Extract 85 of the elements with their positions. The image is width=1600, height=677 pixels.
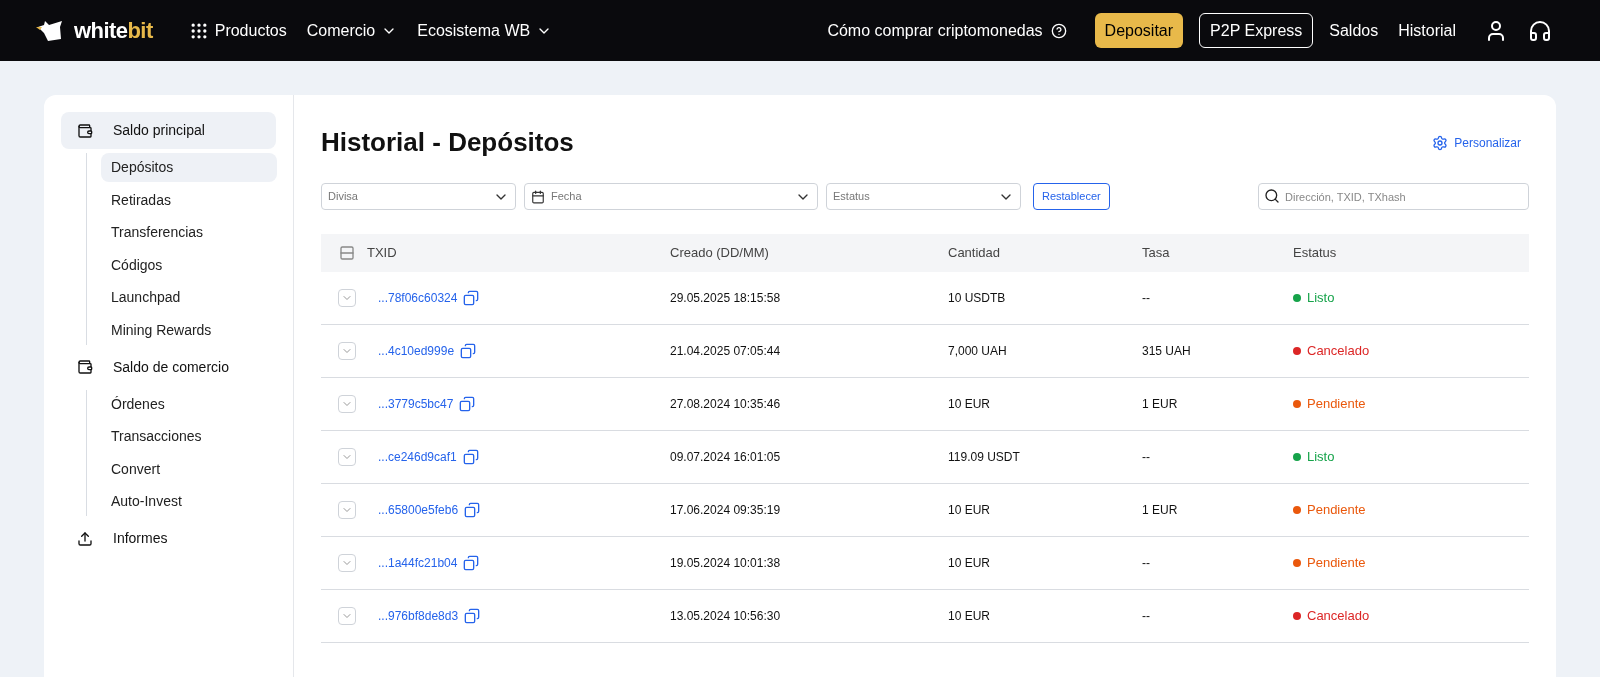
- txid-link[interactable]: ...976bf8de8d3: [378, 607, 459, 625]
- page-title: Historial - Depósitos: [321, 126, 574, 159]
- copy-icon[interactable]: [459, 396, 476, 412]
- txid-link[interactable]: ...78f06c60324: [378, 289, 458, 307]
- settings-icon: [1432, 134, 1449, 151]
- sidebar-item[interactable]: Convert: [101, 454, 277, 484]
- copy-icon[interactable]: [464, 608, 481, 624]
- sidebar-section[interactable]: Saldo principal: [61, 112, 276, 149]
- sidebar-item[interactable]: Retiradas: [101, 185, 277, 215]
- table-cell-text: 1 EUR: [1142, 502, 1179, 519]
- copy-icon[interactable]: [463, 290, 480, 306]
- column-header: Creado (DD/MM): [670, 244, 770, 263]
- sidebar-item[interactable]: Launchpad: [101, 283, 277, 312]
- support-icon[interactable]: [1528, 18, 1552, 43]
- status-text: Pendiente: [1307, 554, 1366, 573]
- search-icon: [1264, 188, 1280, 204]
- table-cell-text: 10 EUR: [948, 502, 992, 519]
- copy-icon[interactable]: [460, 343, 477, 359]
- copy-icon[interactable]: [464, 502, 481, 518]
- sidebar-item[interactable]: Auto-Invest: [101, 487, 277, 516]
- table-cell-text: 10 USDTB: [948, 290, 1007, 307]
- nav-menu-item[interactable]: Productos: [188, 18, 287, 43]
- column-header: TXID: [367, 244, 397, 263]
- select-filter[interactable]: Estatus: [826, 183, 1021, 210]
- status-text: Pendiente: [1307, 501, 1366, 520]
- copy-icon[interactable]: [463, 555, 480, 571]
- search-field[interactable]: Dirección, TXID, TXhash: [1258, 183, 1529, 210]
- status-text: Listo: [1307, 289, 1335, 308]
- status-text: Cancelado: [1307, 342, 1370, 361]
- sidebar-item[interactable]: Transacciones: [101, 422, 277, 451]
- txid-link[interactable]: ...1a44fc21b04: [378, 554, 458, 572]
- txid-link[interactable]: ...4c10ed999e: [378, 342, 455, 360]
- nav-link[interactable]: Historial: [1398, 18, 1456, 43]
- table-cell-text: 09.07.2024 16:01:05: [670, 449, 782, 466]
- column-header: Estatus: [1293, 244, 1337, 263]
- help-link[interactable]: Cómo comprar criptomonedas: [827, 18, 1067, 43]
- txid-link[interactable]: ...3779c5bc47: [378, 395, 454, 413]
- table-cell-text: 21.04.2025 07:05:44: [670, 343, 782, 360]
- txid-link[interactable]: ...ce246d9caf1: [378, 448, 457, 466]
- table-cell-text: 10 EUR: [948, 555, 992, 572]
- copy-icon[interactable]: [462, 449, 479, 465]
- table-cell-text: 29.05.2025 18:15:58: [670, 290, 782, 307]
- p2p-express-button[interactable]: P2P Express: [1199, 13, 1314, 48]
- status-text: Listo: [1307, 448, 1335, 467]
- table-cell-text: --: [1142, 608, 1151, 625]
- calendar-icon: [531, 189, 545, 204]
- table-cell-text: 17.06.2024 09:35:19: [670, 502, 782, 519]
- sidebar-item[interactable]: Mining Rewards: [101, 315, 277, 345]
- status-text: Cancelado: [1307, 607, 1370, 626]
- table-cell-text: 27.08.2024 10:35:46: [670, 396, 782, 413]
- table-cell-text: 10 EUR: [948, 396, 992, 413]
- txid-link[interactable]: ...65800e5feb6: [378, 501, 459, 519]
- sidebar-item[interactable]: Códigos: [101, 250, 277, 280]
- upload-icon: [77, 530, 93, 547]
- sidebar-item[interactable]: Órdenes: [101, 389, 277, 419]
- nav-menu-item[interactable]: Ecosistema WB: [417, 18, 553, 43]
- table-cell-text: 119.09 USDT: [948, 449, 1021, 466]
- date-filter[interactable]: Fecha: [524, 183, 818, 210]
- columns-icon[interactable]: [339, 245, 355, 261]
- customize-button[interactable]: Personalizar: [1432, 133, 1521, 152]
- wallet-icon: [77, 359, 93, 375]
- table-cell-text: 10 EUR: [948, 608, 992, 625]
- table-cell-text: 19.05.2024 10:01:38: [670, 555, 782, 572]
- sidebar-item[interactable]: Transferencias: [101, 218, 277, 247]
- select-filter[interactable]: Divisa: [321, 183, 516, 210]
- sidebar-item[interactable]: Depósitos: [101, 153, 277, 182]
- nav-link[interactable]: Saldos: [1329, 18, 1379, 43]
- table-cell-text: 13.05.2024 10:56:30: [670, 608, 782, 625]
- help-icon: [1050, 22, 1067, 39]
- column-header: Tasa: [1142, 244, 1171, 263]
- logo[interactable]: whitebit: [36, 14, 153, 47]
- column-header: Cantidad: [948, 244, 1002, 263]
- table-cell-text: --: [1142, 290, 1151, 307]
- reset-button[interactable]: Restablecer: [1033, 183, 1110, 210]
- sidebar-section[interactable]: Informes: [61, 520, 276, 557]
- status-text: Pendiente: [1307, 395, 1366, 414]
- sidebar-section[interactable]: Saldo de comercio: [61, 348, 276, 386]
- deposit-button[interactable]: Depositar: [1094, 13, 1184, 48]
- nav-menu-item[interactable]: Comercio: [306, 18, 398, 43]
- table-cell-text: --: [1142, 555, 1151, 572]
- table-cell-text: 315 UAH: [1142, 343, 1192, 360]
- table-cell-text: 7,000 UAH: [948, 343, 1008, 360]
- table-cell-text: --: [1142, 449, 1151, 466]
- wallet-icon: [77, 122, 93, 139]
- table-cell-text: 1 EUR: [1142, 396, 1179, 413]
